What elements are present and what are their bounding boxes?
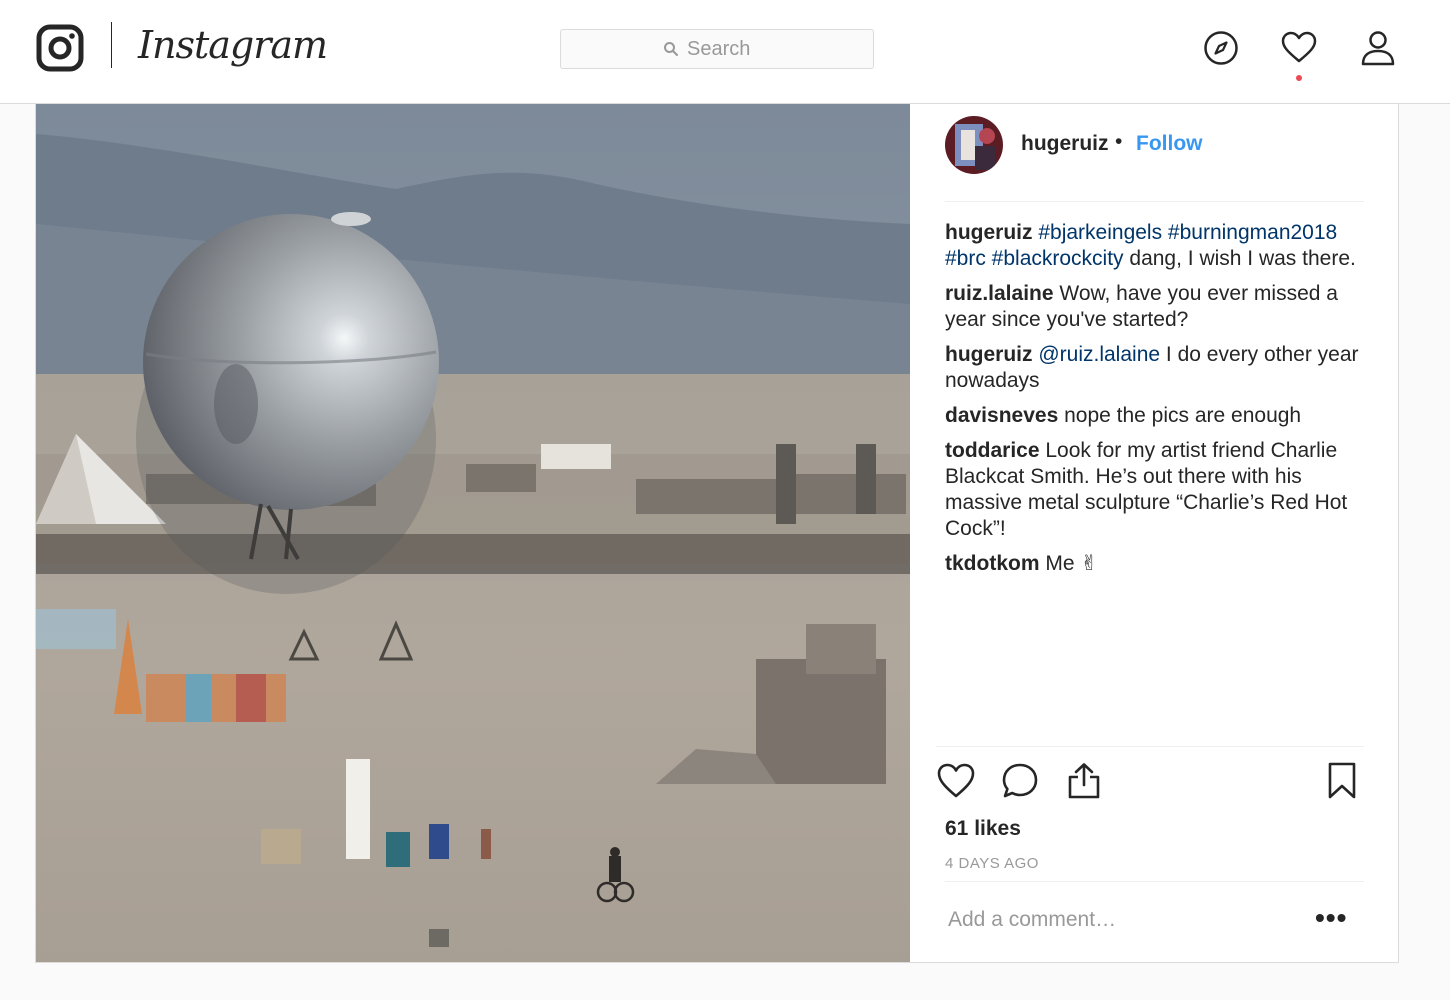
post-card: hugeruiz • Follow hugeruiz #bjarkeingels… bbox=[35, 104, 1399, 963]
comment-username[interactable]: davisneves bbox=[945, 404, 1058, 427]
separator-dot: • bbox=[1115, 130, 1123, 153]
comment-item: ruiz.lalaine Wow, have you ever missed a… bbox=[945, 281, 1365, 333]
comment-username[interactable]: toddarice bbox=[945, 439, 1040, 462]
comment-bubble-icon[interactable] bbox=[1000, 761, 1040, 801]
follow-button[interactable]: Follow bbox=[1136, 132, 1203, 156]
search-input[interactable] bbox=[687, 37, 771, 61]
comment-text: Me ✌ bbox=[1039, 552, 1098, 575]
comment-username[interactable]: ruiz.lalaine bbox=[945, 282, 1054, 305]
instagram-logo-icon[interactable] bbox=[36, 24, 84, 72]
add-comment-input[interactable] bbox=[948, 908, 1278, 932]
comment-username[interactable]: hugeruiz bbox=[945, 343, 1033, 366]
heart-icon[interactable] bbox=[1280, 29, 1318, 67]
comment-item: toddarice Look for my artist friend Char… bbox=[945, 438, 1365, 542]
avatar-image bbox=[945, 116, 1003, 174]
add-comment-section: ••• bbox=[945, 881, 1364, 961]
post-actions: 61 likes 4 DAYS AGO ••• bbox=[936, 746, 1364, 960]
comments-list: hugeruiz #bjarkeingels #burningman2018 #… bbox=[945, 220, 1365, 586]
more-options-button[interactable]: ••• bbox=[1315, 902, 1347, 934]
like-heart-icon[interactable] bbox=[936, 761, 976, 801]
bookmark-icon[interactable] bbox=[1322, 761, 1362, 801]
avatar[interactable] bbox=[945, 116, 1003, 174]
comment-mention[interactable]: @ruiz.lalaine bbox=[1038, 343, 1160, 366]
top-navigation-bar: Instagram bbox=[0, 0, 1450, 104]
caption: hugeruiz #bjarkeingels #burningman2018 #… bbox=[945, 220, 1365, 272]
comment-username[interactable]: tkdotkom bbox=[945, 552, 1040, 575]
post-photo-scene bbox=[36, 104, 910, 962]
likes-count[interactable]: 61 likes bbox=[945, 817, 1021, 841]
post-author-username[interactable]: hugeruiz bbox=[1021, 132, 1109, 156]
search-box[interactable] bbox=[560, 29, 874, 69]
notification-dot bbox=[1296, 75, 1302, 81]
share-icon[interactable] bbox=[1064, 761, 1104, 801]
caption-text: dang, I wish I was there. bbox=[1123, 247, 1356, 270]
logo-divider bbox=[111, 22, 112, 68]
search-icon bbox=[664, 42, 678, 56]
user-icon[interactable] bbox=[1359, 29, 1397, 67]
post-header: hugeruiz • Follow bbox=[945, 104, 1364, 202]
comment-item: davisneves nope the pics are enough bbox=[945, 403, 1365, 429]
comment-item: tkdotkom Me ✌ bbox=[945, 551, 1365, 577]
comment-item: hugeruiz @ruiz.lalaine I do every other … bbox=[945, 342, 1365, 394]
post-side-panel: hugeruiz • Follow hugeruiz #bjarkeingels… bbox=[910, 104, 1399, 962]
post-timestamp[interactable]: 4 DAYS AGO bbox=[945, 855, 1039, 872]
compass-icon[interactable] bbox=[1202, 29, 1240, 67]
comment-text: nope the pics are enough bbox=[1058, 404, 1302, 427]
post-photo[interactable] bbox=[36, 104, 910, 962]
caption-username[interactable]: hugeruiz bbox=[945, 221, 1033, 244]
instagram-wordmark[interactable]: Instagram bbox=[138, 20, 328, 70]
